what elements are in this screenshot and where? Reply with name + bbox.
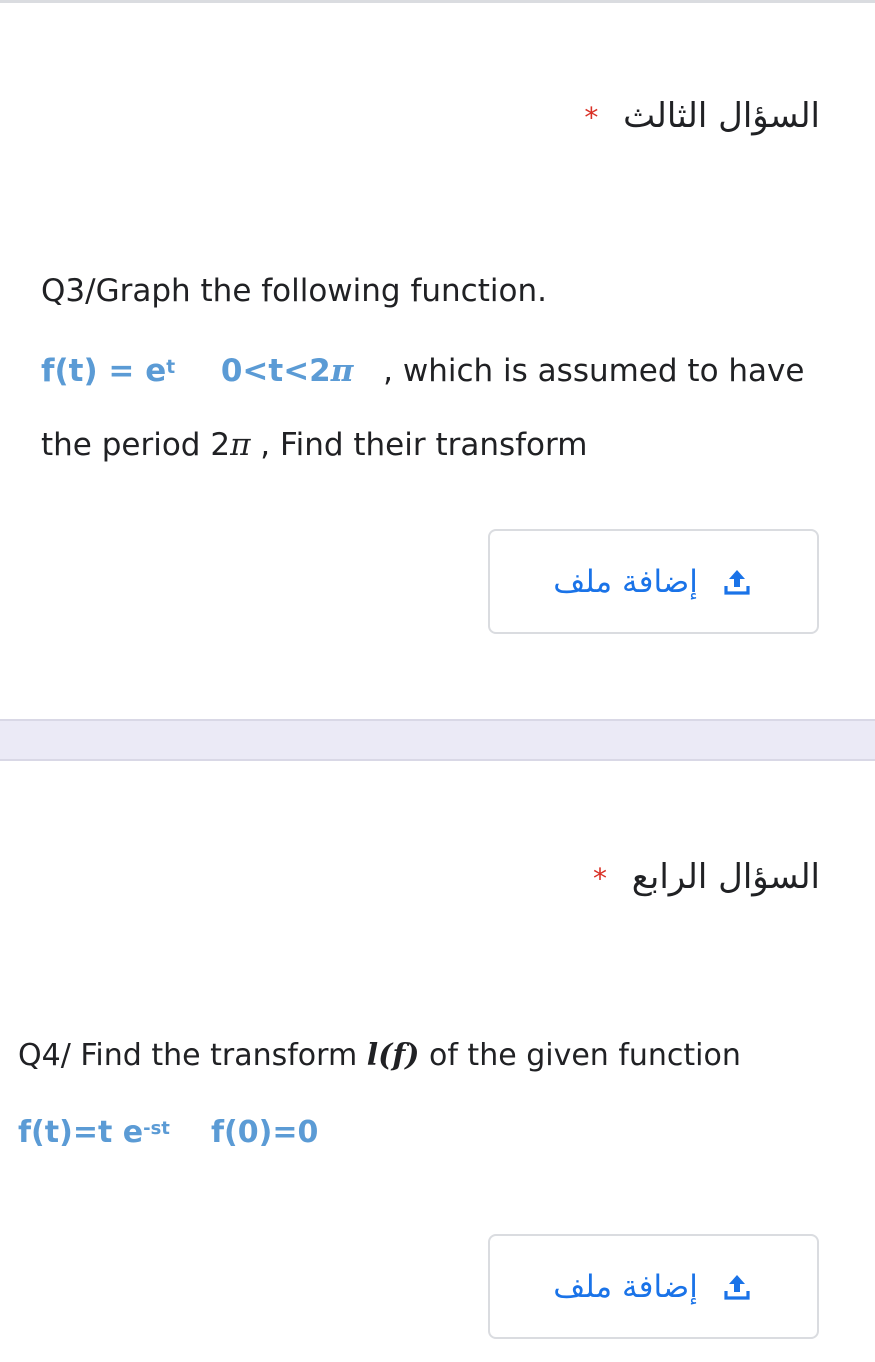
question-text-function: f(t)=t e-st f(0)=0 — [18, 1115, 318, 1150]
add-file-label: إضافة ملف — [553, 563, 698, 600]
function-description: , which is assumed to have — [373, 353, 805, 389]
upload-icon — [720, 565, 754, 599]
question-card-4: السؤال الرابع * Q4/ Find the transform l… — [0, 761, 875, 1362]
add-file-button[interactable]: إضافة ملف — [488, 1234, 819, 1339]
question-title: السؤال الثالث * — [584, 96, 820, 136]
upload-icon — [720, 1270, 754, 1304]
function-expression: f(t)=t e-st — [18, 1115, 170, 1150]
function-expression: f(t) = et — [41, 353, 176, 389]
question-text-function: f(t) = et 0<t<2π , which is assumed to h… — [41, 353, 804, 389]
add-file-button[interactable]: إضافة ملف — [488, 529, 819, 634]
transform-notation: l(f) — [366, 1038, 420, 1073]
required-star: * — [584, 101, 599, 134]
add-file-label: إضافة ملف — [553, 1268, 698, 1305]
question-title-text: السؤال الثالث — [623, 96, 820, 136]
initial-condition: f(0)=0 — [210, 1115, 319, 1150]
function-range: 0<t<2π — [220, 353, 354, 389]
question-title: السؤال الرابع * — [593, 857, 820, 897]
section-separator — [0, 719, 875, 761]
question-text-period: the period 2π , Find their transform — [41, 427, 588, 463]
question-title-text: السؤال الرابع — [631, 857, 820, 897]
question-card-3: السؤال الثالث * Q3/Graph the following f… — [0, 3, 875, 719]
question-text-heading: Q4/ Find the transform l(f) of the given… — [18, 1038, 741, 1073]
question-text-heading: Q3/Graph the following function. — [41, 273, 547, 309]
required-star: * — [592, 862, 607, 895]
